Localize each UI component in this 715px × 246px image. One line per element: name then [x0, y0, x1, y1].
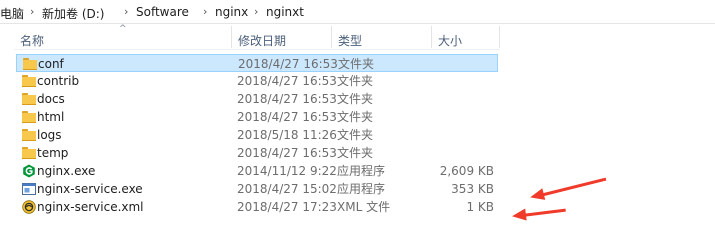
header-bottom-divider [14, 49, 500, 50]
file-date-modified: 2018/4/27 17:23 [237, 200, 337, 214]
file-date-modified: 2018/4/27 16:53 [237, 74, 337, 88]
list-item[interactable]: logs 2018/5/18 11:26 文件夹 [16, 126, 498, 144]
column-header-size[interactable]: 大小 [438, 32, 462, 49]
folder-icon [23, 57, 37, 71]
column-header-name[interactable]: 名称 [20, 32, 44, 49]
folder-icon [22, 74, 36, 88]
breadcrumb: 电脑 › 新加卷 (D:) › Software › nginx › nginx… [0, 0, 715, 24]
breadcrumb-item-nginxt[interactable]: nginxt [266, 5, 304, 19]
file-name: docs [37, 92, 65, 106]
file-date-modified: 2018/4/27 16:53 [237, 146, 337, 160]
breadcrumb-separator[interactable]: › [203, 5, 207, 18]
folder-icon [22, 92, 36, 106]
file-name: nginx.exe [37, 164, 96, 178]
breadcrumb-separator[interactable]: › [254, 5, 258, 18]
annotation-arrow [539, 177, 607, 197]
file-name: nginx-service.xml [37, 200, 144, 214]
folder-icon [22, 146, 36, 160]
nginx-exe-icon [23, 164, 35, 178]
file-date-modified: 2018/4/27 16:53 [237, 92, 337, 106]
breadcrumb-separator[interactable]: › [124, 5, 128, 18]
folder-icon [22, 110, 36, 124]
column-divider[interactable] [331, 26, 332, 48]
list-item[interactable]: docs 2018/4/27 16:53 文件夹 [16, 90, 498, 108]
annotation-arrow [521, 208, 566, 217]
list-item[interactable]: html 2018/4/27 16:53 文件夹 [16, 108, 498, 126]
column-header-date-modified[interactable]: 修改日期 [238, 32, 286, 49]
file-name: conf [38, 57, 64, 71]
list-item[interactable]: contrib 2018/4/27 16:53 文件夹 [16, 72, 498, 90]
file-name: contrib [37, 74, 80, 88]
file-size: 2,609 KB [439, 164, 494, 178]
file-size: 1 KB [466, 200, 494, 214]
file-name: logs [37, 128, 62, 142]
column-divider[interactable] [499, 26, 500, 48]
column-header-type[interactable]: 类型 [338, 32, 362, 49]
file-date-modified: 2018/5/18 11:26 [237, 128, 337, 142]
file-type: 文件夹 [338, 57, 375, 71]
file-date-modified: 2018/4/27 16:53 [237, 110, 337, 124]
breadcrumb-item-this-pc[interactable]: 电脑 [0, 5, 24, 22]
file-type: 文件夹 [337, 146, 374, 160]
application-icon [22, 183, 36, 195]
file-name: nginx-service.exe [37, 182, 143, 196]
column-divider[interactable] [431, 26, 432, 48]
file-type: 应用程序 [337, 164, 386, 178]
file-date-modified: 2018/4/27 15:02 [237, 182, 337, 196]
file-type: 应用程序 [337, 182, 386, 196]
list-item[interactable]: nginx-service.xml 2018/4/27 17:23 XML 文件… [16, 198, 498, 216]
list-item[interactable]: nginx.exe 2014/11/12 9:22 应用程序 2,609 KB [16, 162, 498, 180]
file-name: temp [37, 146, 69, 160]
file-size: 353 KB [451, 182, 494, 196]
breadcrumb-item-drive-d[interactable]: 新加卷 (D:) [42, 5, 104, 22]
file-date-modified: 2014/11/12 9:22 [237, 164, 337, 178]
column-divider[interactable] [231, 26, 232, 48]
file-type: 文件夹 [337, 128, 374, 142]
sort-ascending-icon: ^ [119, 24, 127, 34]
file-type: 文件夹 [337, 74, 374, 88]
file-type: XML 文件 [337, 200, 391, 214]
breadcrumb-item-nginx[interactable]: nginx [215, 5, 248, 19]
file-type: 文件夹 [337, 92, 374, 106]
breadcrumb-item-software[interactable]: Software [136, 5, 189, 19]
list-item[interactable]: nginx-service.exe 2018/4/27 15:02 应用程序 3… [16, 180, 498, 198]
file-date-modified: 2018/4/27 16:53 [238, 57, 338, 71]
xml-file-icon [22, 200, 36, 214]
file-type: 文件夹 [337, 110, 374, 124]
folder-icon [22, 128, 36, 142]
breadcrumb-separator[interactable]: › [30, 5, 34, 18]
list-item[interactable]: conf 2018/4/27 16:53 文件夹 [16, 54, 498, 72]
file-name: html [37, 110, 65, 124]
list-item[interactable]: temp 2018/4/27 16:53 文件夹 [16, 144, 498, 162]
